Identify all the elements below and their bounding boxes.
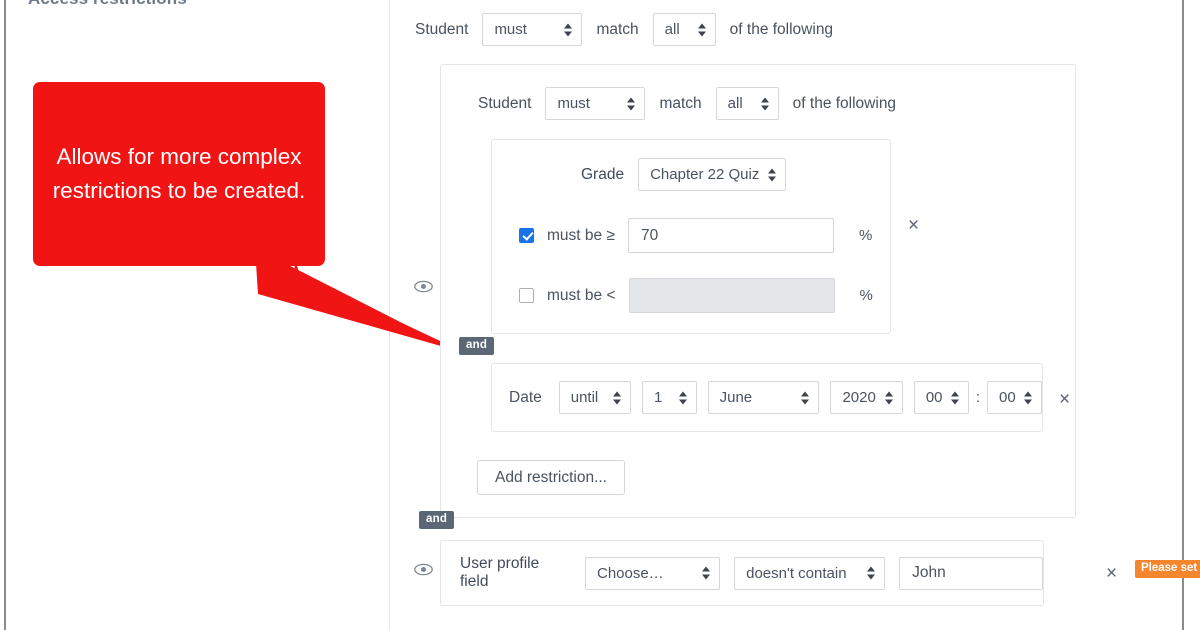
- status-badge: Please set: [1135, 560, 1200, 578]
- user-profile-field-select-value: Choose…: [596, 564, 664, 582]
- user-profile-field-restriction: User profile field Choose… doesn't conta…: [440, 540, 1200, 606]
- user-profile-field-select[interactable]: Choose…: [584, 556, 721, 590]
- add-restriction-button[interactable]: Add restriction...: [477, 460, 625, 495]
- grade-min-input-value: 70: [640, 226, 659, 244]
- restrictions-form: Student must match all of the following …: [390, 0, 1200, 630]
- outer-must-select-value: must: [494, 21, 527, 38]
- outer-quantifier-select-value: all: [664, 21, 680, 38]
- remove-user-profile-restriction-button[interactable]: ×: [1106, 564, 1117, 583]
- grade-item-row: Grade Chapter 22 Quiz: [492, 158, 890, 191]
- operator-badge-and: and: [419, 511, 455, 529]
- grade-label: Grade: [581, 165, 625, 183]
- inner-quantifier-select[interactable]: all: [715, 87, 779, 120]
- chevron-updown-icon: [697, 22, 707, 37]
- chevron-updown-icon: [627, 96, 636, 111]
- chevron-updown-icon: [612, 390, 622, 405]
- grade-max-row: must be < %: [492, 278, 890, 313]
- chevron-updown-icon: [564, 22, 573, 37]
- chevron-updown-icon: [760, 96, 770, 111]
- chevron-updown-icon: [1024, 390, 1033, 405]
- chevron-updown-icon: [950, 390, 960, 405]
- user-profile-field-row: User profile field Choose… doesn't conta…: [441, 555, 1043, 591]
- user-profile-value-input[interactable]: John: [899, 556, 1043, 590]
- chevron-updown-icon: [884, 390, 894, 405]
- grade-min-checkbox[interactable]: [519, 228, 534, 243]
- chevron-updown-icon: [702, 566, 711, 581]
- add-restriction-button-label: Add restriction...: [495, 468, 607, 486]
- inner-quantifier-select-value: all: [727, 95, 743, 112]
- user-profile-operator-select-value: doesn't contain: [746, 564, 847, 582]
- grade-max-input[interactable]: [628, 278, 835, 313]
- callout-text: Allows for more complex restrictions to …: [52, 144, 306, 203]
- grade-max-checkbox[interactable]: [519, 288, 534, 303]
- remove-grade-restriction-button[interactable]: ×: [908, 216, 919, 235]
- inner-suffix-label: of the following: [792, 94, 897, 112]
- inner-subject-label: Student: [478, 94, 532, 112]
- date-day-select[interactable]: 1: [641, 381, 697, 414]
- outer-suffix-label: of the following: [729, 20, 834, 38]
- chevron-updown-icon: [867, 566, 876, 581]
- date-direction-select[interactable]: until: [558, 381, 631, 414]
- grade-min-label: must be ≥: [547, 226, 615, 244]
- chevron-updown-icon: [801, 390, 810, 405]
- grade-item-select[interactable]: Chapter 22 Quiz: [638, 158, 787, 191]
- date-year-select[interactable]: 2020: [830, 381, 903, 414]
- grade-min-row: must be ≥ 70 %: [492, 218, 890, 253]
- grade-item-select-value: Chapter 22 Quiz: [650, 166, 760, 183]
- inner-must-select-value: must: [557, 95, 590, 112]
- grade-max-unit: %: [859, 287, 873, 304]
- page-title: Access restrictions: [28, 0, 187, 9]
- date-month-select-value: June: [719, 389, 753, 406]
- date-minute-select[interactable]: 00: [987, 381, 1042, 414]
- window-left-border: [4, 0, 6, 630]
- restriction-group-outer: Student must match all of the following …: [440, 64, 1076, 518]
- eye-icon[interactable]: [414, 563, 433, 576]
- date-hour-select-value: 00: [925, 389, 943, 406]
- date-restriction: Date until 1 June 2020 00: 00 ×: [491, 363, 1070, 432]
- time-separator: :: [975, 389, 980, 406]
- window-right-border: [1182, 0, 1184, 630]
- date-row: Date until 1 June 2020 00: 00: [492, 381, 1042, 414]
- inner-match-row: Student must match all of the following: [478, 87, 1055, 120]
- date-label: Date: [509, 388, 542, 406]
- callout-bubble: Allows for more complex restrictions to …: [33, 82, 325, 266]
- date-minute-select-value: 00: [999, 389, 1016, 406]
- user-profile-field-label: User profile field: [460, 555, 540, 590]
- date-year-select-value: 2020: [842, 389, 876, 406]
- inner-must-select[interactable]: must: [545, 87, 646, 120]
- date-day-select-value: 1: [653, 389, 663, 406]
- outer-subject-label: Student: [415, 20, 469, 38]
- remove-date-restriction-button[interactable]: ×: [1059, 390, 1070, 409]
- chevron-updown-icon: [768, 167, 777, 182]
- eye-icon[interactable]: [414, 280, 433, 293]
- outer-match-row: Student must match all of the following: [415, 13, 833, 46]
- user-profile-operator-select[interactable]: doesn't contain: [734, 556, 886, 590]
- grade-min-unit: %: [858, 227, 873, 244]
- inner-match-label: match: [659, 94, 702, 112]
- outer-quantifier-select[interactable]: all: [652, 13, 716, 46]
- operator-badge-and: and: [459, 337, 495, 355]
- grade-min-input[interactable]: 70: [627, 218, 834, 253]
- user-profile-value-input-value: John: [912, 564, 946, 581]
- date-month-select[interactable]: June: [707, 381, 820, 414]
- grade-restriction: Grade Chapter 22 Quiz must be ≥ 70 % mus…: [491, 139, 919, 334]
- grade-max-label: must be <: [547, 286, 616, 304]
- date-direction-select-value: until: [570, 389, 599, 406]
- chevron-updown-icon: [678, 390, 688, 405]
- date-hour-select[interactable]: 00: [913, 381, 969, 414]
- outer-must-select[interactable]: must: [482, 13, 583, 46]
- outer-match-label: match: [596, 20, 639, 38]
